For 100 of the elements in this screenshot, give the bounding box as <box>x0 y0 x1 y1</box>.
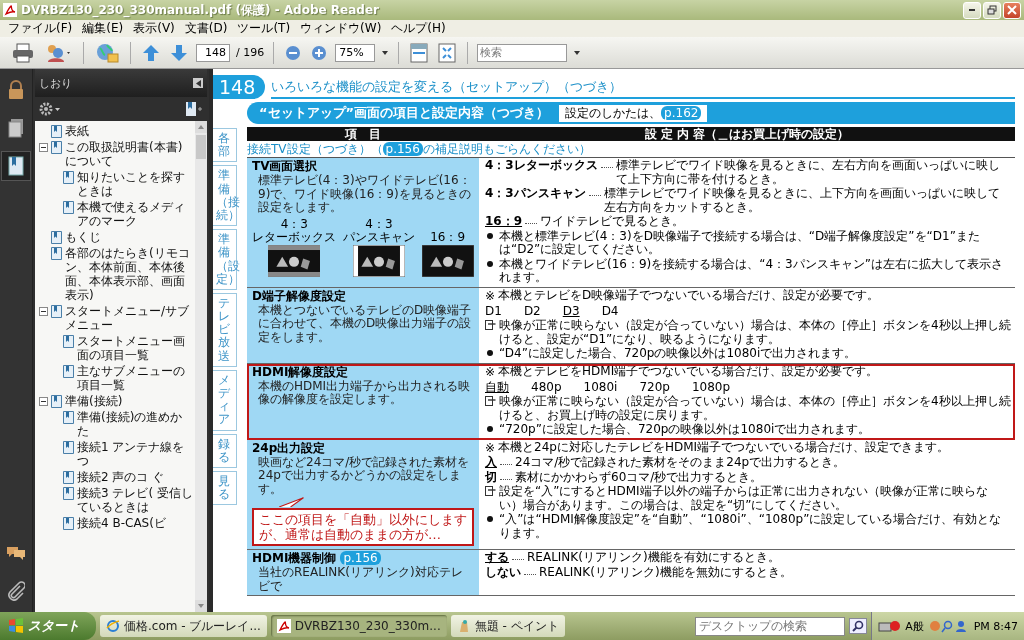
tv-aspect-illustration <box>421 244 474 277</box>
caret-icon <box>574 50 581 55</box>
bookmark-item[interactable]: 本機で使えるメディアのマーク <box>77 200 193 228</box>
collapse-toggle[interactable] <box>39 307 48 316</box>
bookmark-item[interactable]: 表紙 <box>65 124 89 138</box>
new-bookmark-button[interactable] <box>185 101 203 117</box>
search-button[interactable] <box>849 618 868 634</box>
bookmark-icon <box>63 441 74 454</box>
search-dropdown-button[interactable] <box>573 48 582 57</box>
note-text: “D4”に設定した場合、720pの映像以外は1080iで出力されます。 <box>499 347 857 361</box>
taskbar-button[interactable]: 無題 - ペイント <box>450 615 565 637</box>
bookmark-item[interactable]: 準備(接続) <box>65 394 123 408</box>
bookmark-item[interactable]: もくじ <box>65 230 101 244</box>
taskbar-button[interactable]: 価格.com - ブルーレイ... <box>100 615 267 637</box>
side-panel-tab[interactable] <box>1 151 31 181</box>
note-text: “720p”に設定した場合、720pの映像以外は1080iで出力されます。 <box>499 423 871 437</box>
reference-mark: ※ <box>485 289 496 303</box>
setting-name: HDMI解像度設定 <box>252 364 349 379</box>
tip-text: 設定を“入”にするとHDMI端子以外の端子からは正常に出力されない（映像が正常に映らない）場合があります。この場合は、設定を“切”にしてください。 <box>499 485 989 512</box>
option-label: 480p <box>531 380 562 394</box>
bookmark-item[interactable]: 接続4 B-CAS(ビ <box>77 516 166 530</box>
bookmark-icon <box>63 487 74 500</box>
search-field[interactable]: 検索 <box>477 43 568 62</box>
setting-description: 映画など24コマ/秒で記録された素材を24pで出力するかどうかの設定をします。 <box>258 455 471 496</box>
option-label: D2 <box>523 304 541 318</box>
taskbar-button[interactable]: DVRBZ130_230_330m... <box>270 615 447 637</box>
up-arrow-icon <box>142 43 160 62</box>
comments-icon <box>6 545 26 561</box>
zoom-dropdown-button[interactable] <box>381 48 390 57</box>
menu-item[interactable]: ファイル(F) <box>4 20 77 37</box>
options-button[interactable] <box>39 102 61 116</box>
collapse-toggle[interactable] <box>39 397 48 406</box>
menu-item[interactable]: 表示(V) <box>129 20 179 37</box>
minimize-button[interactable] <box>963 1 981 19</box>
print-icon <box>12 42 34 63</box>
menu-item[interactable]: ツール(T) <box>233 20 295 37</box>
note-text: 本機とワイドテレビ(16：9)を接続する場合は、“4：3パンスキャン”は左右に拡大して表示されます。 <box>499 257 1004 285</box>
page-number-badge: 148 <box>213 75 266 99</box>
bookmark-item[interactable]: 接続2 声のコ ぐ <box>77 470 165 484</box>
option-label: 1080p <box>691 380 731 394</box>
bookmark-icon <box>63 471 74 484</box>
close-button[interactable] <box>1003 1 1021 19</box>
menu-item[interactable]: ヘルプ(H) <box>387 20 450 37</box>
bookmark-item[interactable]: この取扱説明書(本書)について <box>65 140 193 168</box>
bookmark-item[interactable]: スタートメニュー画面の項目一覧 <box>77 334 193 362</box>
tray-icon[interactable] <box>928 619 969 633</box>
page-number-field[interactable]: 148 <box>196 43 230 62</box>
bookmark-item[interactable]: 各部のはたらき(リモコン、本体前面、本体後面、本体表示部、画面表示) <box>65 246 193 302</box>
ime-indicator[interactable]: A般 <box>905 618 924 634</box>
page-heading: いろいろな機能の設定を変える（セットアップ）（つづき） <box>271 78 1015 99</box>
caret-icon <box>382 50 389 55</box>
setting-description: 当社のREALINK(リアリンク)対応テレビで <box>257 566 464 593</box>
tip-text: 映像が正常に映らない（設定が合っていない）場合は、本体の［停止］ボタンを4秒以上押し続けると、お買上げ時の設定に戻ります。 <box>499 395 1011 422</box>
bullet-icon <box>487 426 493 432</box>
bookmark-icon <box>63 201 74 214</box>
option-label: しない <box>485 565 521 579</box>
option-label: 16：9 <box>485 215 523 229</box>
bookmark-item[interactable]: スタートメニュー/サブメニュー <box>65 304 193 332</box>
start-button[interactable]: スタート <box>0 612 96 640</box>
option-label: 入 <box>485 456 497 470</box>
bookmark-item[interactable]: 準備(接続)の進めかた <box>77 410 193 438</box>
reference-note: 設定のしかたは、 p.162 <box>559 104 708 122</box>
bookmark-item[interactable]: 接続3 テレビ( 受信しているときは <box>77 486 193 514</box>
bookmark-item[interactable]: 知りたいことを探すときは <box>77 170 193 198</box>
scroll-down-icon[interactable] <box>195 600 207 612</box>
menu-item[interactable]: 文書(D) <box>180 20 232 37</box>
scroll-up-icon[interactable] <box>195 121 207 133</box>
window-title: DVRBZ130_230_330manual.pdf (保護) - Adobe Reader <box>21 1 379 19</box>
setting-description: 標準テレビ(4：3)やワイドテレビ(16：9)で、ワイド映像(16：9)を見るときの設定をします。 <box>257 174 472 215</box>
bookmark-item[interactable]: 主なサブメニューの項目一覧 <box>77 364 193 392</box>
desktop-search-field[interactable]: デスクトップの検索 <box>695 616 846 636</box>
scroll-thumb[interactable] <box>196 135 206 159</box>
aspect-label: パンスキャン <box>343 230 415 244</box>
option-label: 4：3レターボックス <box>485 159 598 173</box>
column-header: 設 定 内 容（＿はお買上げ時の設定） <box>643 127 851 141</box>
paperclip-icon <box>7 581 25 601</box>
aspect-label: 16：9 <box>430 230 466 244</box>
collapse-toggle[interactable] <box>39 143 48 152</box>
setting-name: HDMI機器制御 <box>252 551 337 565</box>
bookmark-icon <box>51 125 62 138</box>
tray-icon[interactable] <box>878 619 901 633</box>
bookmark-icon <box>8 156 24 176</box>
collapse-panel-button[interactable] <box>193 78 203 88</box>
option-description: 素材にかかわらず60コマ/秒で出力するとき。 <box>515 470 764 484</box>
fit-page-button[interactable] <box>436 40 459 65</box>
flag-icon <box>8 618 24 634</box>
bookmark-icon <box>63 411 74 424</box>
print-button[interactable] <box>10 40 36 65</box>
zoom-field[interactable]: 75% <box>335 43 376 62</box>
restore-button[interactable] <box>983 1 1001 19</box>
scrollbar[interactable] <box>195 121 207 612</box>
bookmark-icon <box>51 247 62 260</box>
bullet-icon <box>487 260 493 267</box>
fit-width-button[interactable] <box>408 40 431 65</box>
note-text: 本機と標準テレビ(4：3)をD映像端子で接続する場合は、“D端子解像度設定”を“D1”または“D2”に設定してください。 <box>499 229 981 257</box>
menu-item[interactable]: ウィンドウ(W) <box>296 20 386 37</box>
minimize-icon <box>969 9 975 11</box>
option-description: 標準テレビでワイド映像を見るときに、左右方向を画面いっぱいに映して上下方向に帯を付けるとき。 <box>615 159 1001 186</box>
menu-item[interactable]: 編集(E) <box>78 20 128 37</box>
bookmark-item[interactable]: 接続1 アンテナ線をつ <box>77 440 193 468</box>
